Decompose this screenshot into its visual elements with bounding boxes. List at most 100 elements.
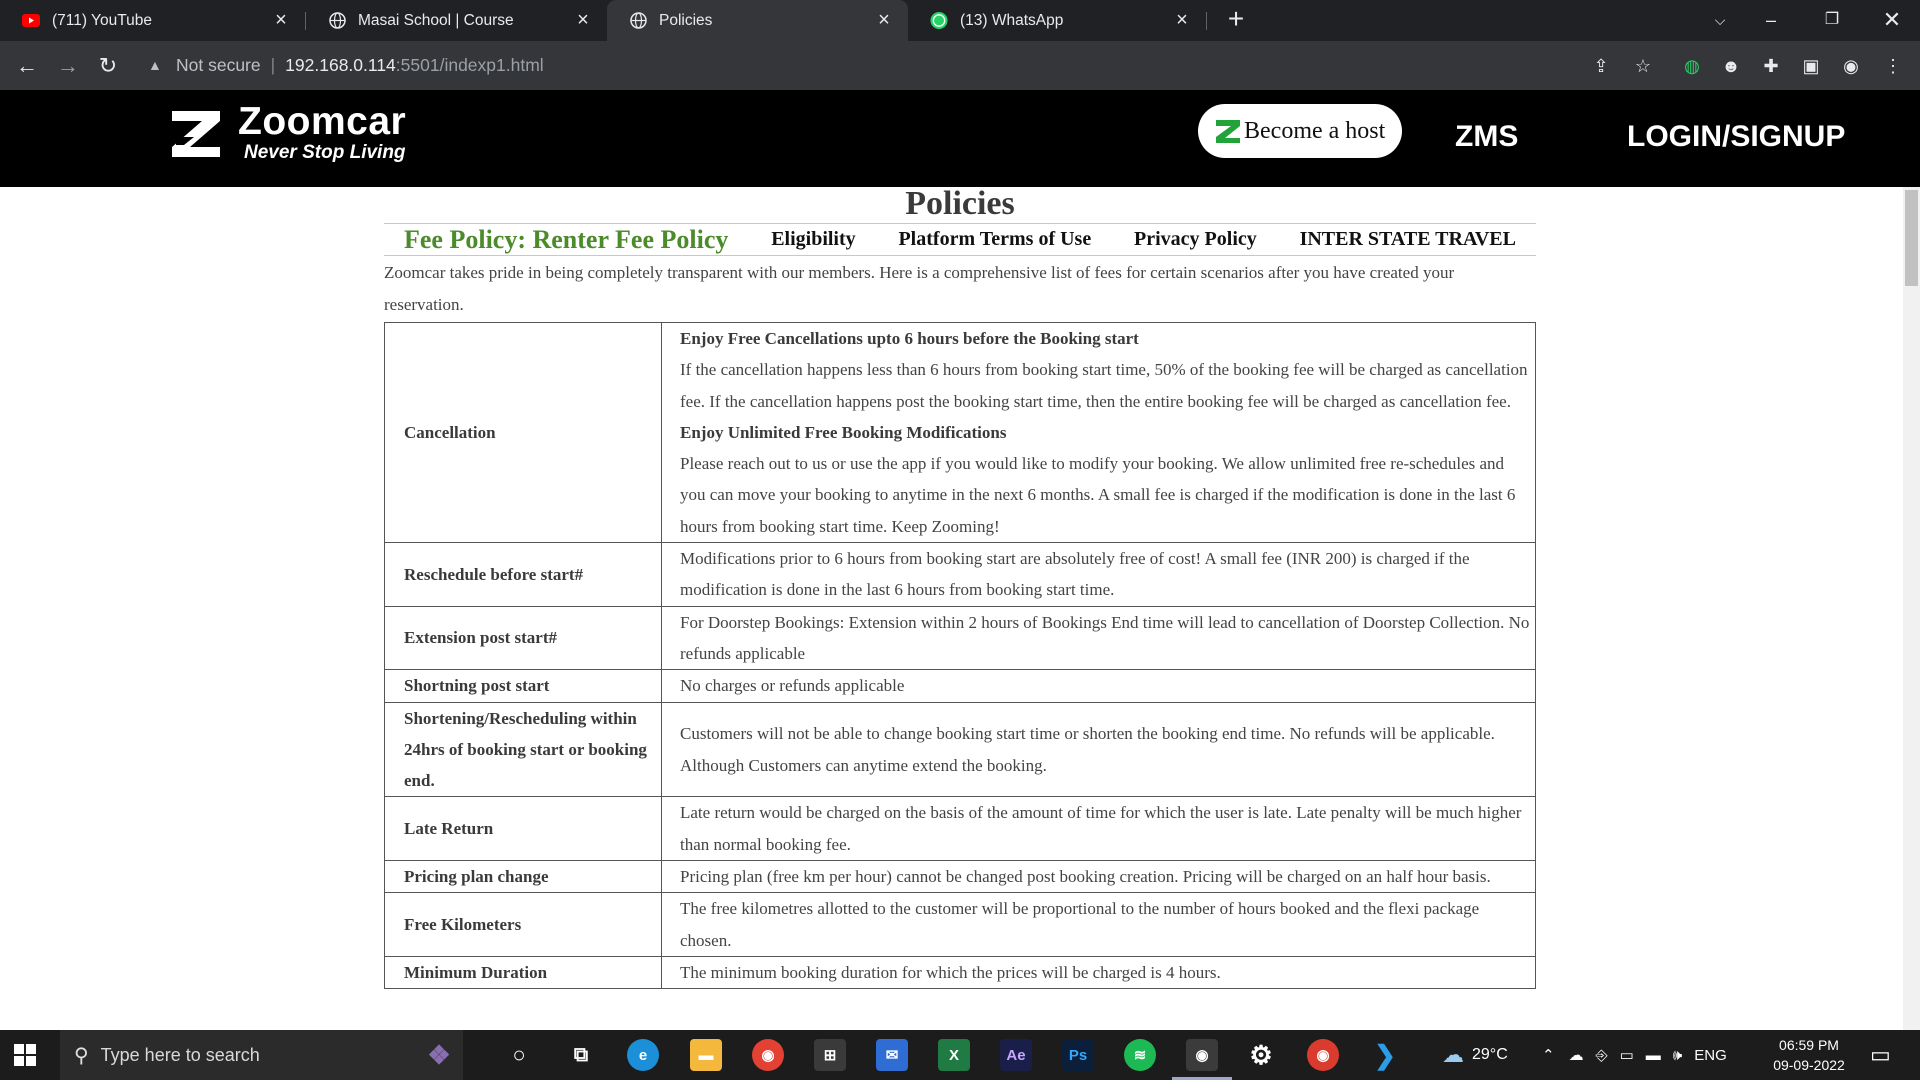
after-effects-icon[interactable]: Ae <box>1000 1039 1032 1071</box>
network-icon[interactable]: ▭ <box>1620 1046 1634 1064</box>
windows-start-icon[interactable] <box>14 1044 36 1066</box>
notifications-icon[interactable]: ▭ <box>1870 1030 1891 1080</box>
login-signup-link[interactable]: LOGIN/SIGNUP <box>1627 120 1845 154</box>
tab-search-chevron-icon[interactable]: ⌵ <box>1696 6 1744 34</box>
usb-icon[interactable]: ⎆ <box>1596 1047 1608 1064</box>
chevron-up-icon[interactable]: ⌃ <box>1542 1046 1555 1064</box>
onedrive-cloud-icon[interactable]: ☁ <box>1569 1046 1584 1064</box>
close-tab-icon[interactable]: × <box>874 10 894 30</box>
tab-policies[interactable]: Policies × <box>607 0 908 41</box>
row-label: Pricing plan change <box>384 860 662 894</box>
nav-privacy-policy[interactable]: Privacy Policy <box>1134 228 1257 251</box>
url-path: :5501/indexp1.html <box>395 54 544 75</box>
restore-icon[interactable]: ❐ <box>1808 6 1856 34</box>
address-bar[interactable]: ▲ Not secure | 192.168.0.114:5501/indexp… <box>136 47 1606 83</box>
intro-text: Zoomcar takes pride in being completely … <box>384 263 1455 314</box>
settings-gear-icon[interactable]: ⚙ <box>1245 1039 1277 1071</box>
row-text: Please reach out to us or use the app if… <box>680 454 1516 536</box>
excel-icon[interactable]: X <box>938 1039 970 1071</box>
whatsapp-extension-icon[interactable]: ◍ <box>1679 53 1705 79</box>
photoshop-icon[interactable]: Ps <box>1062 1039 1094 1071</box>
extensions-puzzle-icon[interactable]: ✚ <box>1758 53 1784 79</box>
row-description: Late return would be charged on the basi… <box>661 796 1536 862</box>
new-tab-plus-icon[interactable]: + <box>1222 5 1250 34</box>
taskbar-search-box[interactable]: ⚲ Type here to search <box>60 1030 463 1080</box>
nav-eligibility[interactable]: Eligibility <box>771 228 855 251</box>
zoomcar-logo-icon[interactable] <box>170 107 222 159</box>
page-title: Policies <box>905 187 1015 222</box>
tab-divider <box>1206 12 1207 30</box>
table-row: Reschedule before start# Modifications p… <box>384 542 1536 607</box>
share-icon[interactable]: ⇪ <box>1588 53 1614 79</box>
policy-nav: Fee Policy: Renter Fee Policy Eligibilit… <box>384 223 1536 256</box>
menu-kebab-icon[interactable]: ⋮ <box>1880 53 1906 79</box>
back-arrow-icon[interactable]: ← <box>12 51 42 81</box>
row-label: Extension post start# <box>384 605 662 671</box>
row-text: If the cancellation happens less than 6 … <box>680 360 1528 411</box>
policies-content: Policies Fee Policy: Renter Fee Policy E… <box>384 187 1536 1030</box>
chrome-icon[interactable]: ◉ <box>752 1039 784 1071</box>
tab-whatsapp[interactable]: (13) WhatsApp × <box>908 0 1206 41</box>
mail-icon[interactable]: ✉ <box>876 1039 908 1071</box>
tab-title: Masai School | Course <box>358 11 514 29</box>
row-description: The free kilometres allotted to the cust… <box>661 892 1536 957</box>
security-status[interactable]: Not secure <box>176 55 261 76</box>
row-description: The minimum booking duration for which t… <box>661 955 1536 990</box>
warning-triangle-icon[interactable]: ▲ <box>148 57 170 73</box>
battery-icon[interactable]: ▬ <box>1646 1047 1661 1064</box>
url-host: 192.168.0.114 <box>285 54 396 75</box>
row-description: Enjoy Free Cancellations upto 6 hours be… <box>661 321 1536 544</box>
table-row: Extension post start# For Doorstep Booki… <box>384 605 1536 671</box>
row-label: Late Return <box>384 796 662 862</box>
close-window-icon[interactable]: ✕ <box>1868 6 1916 34</box>
side-panel-icon[interactable]: ▣ <box>1798 53 1824 79</box>
tab-title: Policies <box>659 11 713 29</box>
cortana-circle-icon[interactable]: ○ <box>503 1039 535 1071</box>
nav-platform-terms[interactable]: Platform Terms of Use <box>898 228 1091 251</box>
table-row: Cancellation Enjoy Free Cancellations up… <box>384 321 1536 544</box>
spotify-icon[interactable]: ≋ <box>1124 1039 1156 1071</box>
close-tab-icon[interactable]: × <box>1172 10 1192 30</box>
page-scrollbar[interactable] <box>1903 187 1920 1030</box>
scrollbar-thumb[interactable] <box>1905 190 1918 286</box>
row-label: Minimum Duration <box>384 955 662 990</box>
minimize-icon[interactable]: – <box>1747 6 1795 34</box>
edge-browser-icon[interactable]: e <box>627 1039 659 1071</box>
close-tab-icon[interactable]: × <box>573 10 593 30</box>
tab-youtube[interactable]: (711) YouTube × <box>0 0 305 41</box>
chrome-profile-icon[interactable]: ◉ <box>1186 1039 1218 1071</box>
profile-avatar[interactable]: ◉ <box>1838 53 1864 79</box>
brand-name[interactable]: Zoomcar <box>238 100 406 144</box>
row-description: No charges or refunds applicable <box>661 669 1536 703</box>
table-row: Free Kilometers The free kilometres allo… <box>384 892 1536 957</box>
bookmark-star-icon[interactable]: ☆ <box>1630 53 1656 79</box>
row-label: Reschedule before start# <box>384 542 662 607</box>
avatar-extension-icon[interactable]: ☻ <box>1718 53 1744 79</box>
microsoft-store-icon[interactable]: ⊞ <box>814 1039 846 1071</box>
weather-cloud-icon: ☁ <box>1442 1042 1464 1067</box>
row-description: Pricing plan (free km per hour) cannot b… <box>661 860 1536 894</box>
task-view-icon[interactable]: ⧉ <box>565 1039 597 1071</box>
reload-icon[interactable]: ↻ <box>93 51 123 81</box>
chrome-alt-icon[interactable]: ◉ <box>1307 1039 1339 1071</box>
volume-icon[interactable]: 🕪 <box>1673 1047 1682 1064</box>
fee-table: Cancellation Enjoy Free Cancellations up… <box>384 321 1536 990</box>
forward-arrow-icon[interactable]: → <box>53 51 83 81</box>
taskbar-clock[interactable]: 06:59 PM 09-09-2022 <box>1760 1035 1858 1075</box>
file-explorer-icon[interactable]: ▬ <box>690 1039 722 1071</box>
table-row: Pricing plan change Pricing plan (free k… <box>384 860 1536 894</box>
become-host-button[interactable]: Become a host <box>1198 104 1402 158</box>
tab-masai-school[interactable]: Masai School | Course × <box>306 0 607 41</box>
nav-fee-policy[interactable]: Fee Policy: Renter Fee Policy <box>404 225 728 255</box>
row-description: For Doorstep Bookings: Extension within … <box>661 605 1536 671</box>
nav-inter-state-travel[interactable]: INTER STATE TRAVEL <box>1300 228 1516 251</box>
clock-time: 06:59 PM <box>1779 1037 1839 1053</box>
language-indicator[interactable]: ENG <box>1694 1047 1727 1064</box>
weather-widget[interactable]: ☁ 29°C <box>1442 1030 1508 1080</box>
close-tab-icon[interactable]: × <box>271 10 291 30</box>
vscode-icon[interactable]: ❯ <box>1369 1039 1401 1071</box>
tray-icons: ⌃ ☁ ⎆ ▭ ▬ 🕪 ENG <box>1542 1030 1727 1080</box>
zms-link[interactable]: ZMS <box>1455 120 1518 154</box>
temperature: 29°C <box>1472 1046 1508 1063</box>
ribbon-icon[interactable]: ❖ <box>423 1039 455 1071</box>
